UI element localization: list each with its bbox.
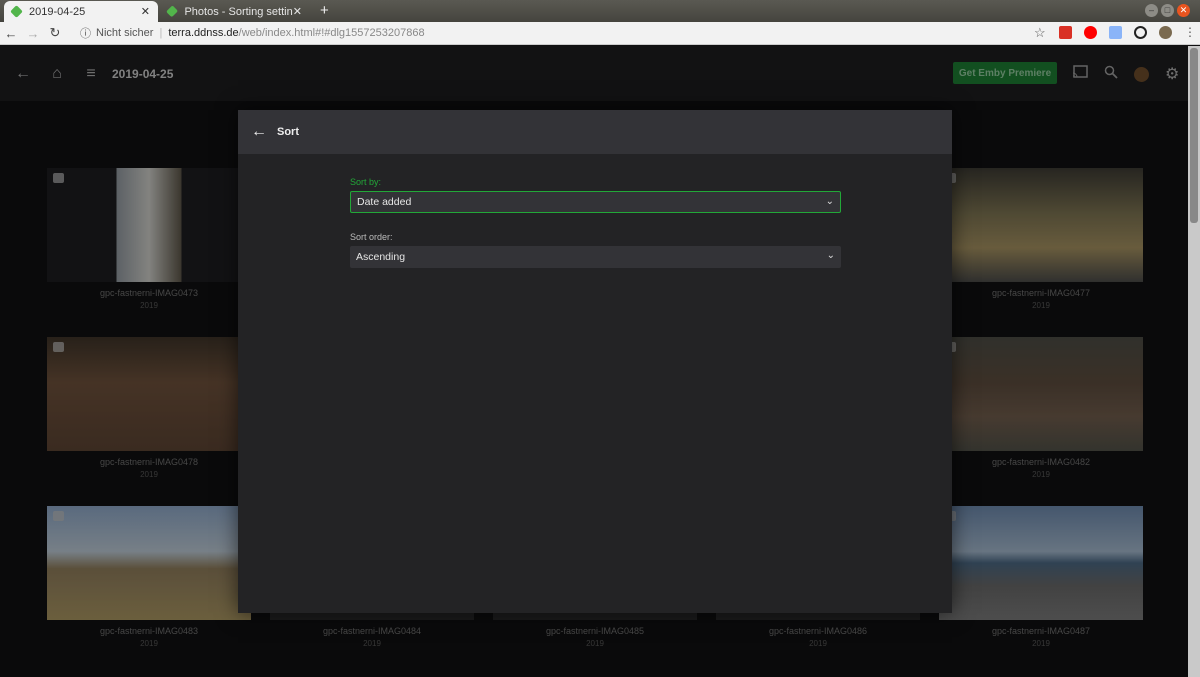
browser-menu-icon[interactable]: ⋮ <box>1184 26 1196 39</box>
bookmark-star-icon[interactable]: ☆ <box>1034 26 1047 39</box>
info-icon: ⓘ <box>80 28 91 40</box>
sort-by-label: Sort by: <box>350 177 382 187</box>
sort-dialog: ← Sort Sort by: Date added ⌄ Sort order:… <box>238 110 952 613</box>
reload-icon[interactable]: ↻ <box>44 25 66 41</box>
sort-order-field: Sort order: Ascending ⌄ <box>350 232 841 268</box>
browser-tab-bar: 2019-04-25 ✕ Photos - Sorting setting i … <box>0 0 1200 22</box>
back-icon[interactable]: ← <box>0 26 22 41</box>
chevron-down-icon: ⌄ <box>825 196 834 207</box>
address-bar: ← → ↻ ⓘ Nicht sicher | terra.ddnss.de /w… <box>0 22 1200 45</box>
dialog-back-icon[interactable]: ← <box>251 123 269 141</box>
sort-by-select[interactable]: Date added ⌄ <box>350 191 841 213</box>
maximize-icon[interactable]: □ <box>1161 4 1174 17</box>
close-tab-icon[interactable]: ✕ <box>293 5 302 18</box>
tab-photos-sorting[interactable]: Photos - Sorting setting i ✕ <box>160 1 310 22</box>
new-tab-button[interactable]: + <box>320 2 329 19</box>
url-path: /web/index.html#!#dlg1557253207868 <box>238 27 425 39</box>
sort-order-label: Sort order: <box>350 232 393 242</box>
profile-avatar-icon[interactable] <box>1159 26 1172 39</box>
close-tab-icon[interactable]: ✕ <box>141 5 150 18</box>
sort-by-value: Date added <box>357 196 412 208</box>
url-field[interactable]: ⓘ Nicht sicher | terra.ddnss.de /web/ind… <box>80 25 425 41</box>
emby-favicon-icon <box>10 5 23 18</box>
sync-extension-icon[interactable] <box>1134 26 1147 39</box>
security-label: Nicht sicher <box>96 27 154 39</box>
tab-title: Photos - Sorting setting i <box>184 5 293 18</box>
chevron-down-icon: ⌄ <box>826 250 835 261</box>
sort-order-select[interactable]: Ascending ⌄ <box>350 246 841 268</box>
dialog-title: Sort <box>277 126 299 138</box>
sort-by-field: Sort by: Date added ⌄ <box>350 177 841 213</box>
docs-extension-icon[interactable] <box>1109 26 1122 39</box>
minimize-icon[interactable]: – <box>1145 4 1158 17</box>
emby-favicon-icon <box>166 5 179 18</box>
tab-2019-04-25[interactable]: 2019-04-25 ✕ <box>4 1 158 22</box>
opera-extension-icon[interactable] <box>1084 26 1097 39</box>
scrollbar-thumb[interactable] <box>1190 48 1198 223</box>
tab-title: 2019-04-25 <box>29 5 86 18</box>
gmail-extension-icon[interactable] <box>1059 26 1072 39</box>
scrollbar[interactable] <box>1188 46 1200 677</box>
close-window-icon[interactable]: ✕ <box>1177 4 1190 17</box>
forward-icon[interactable]: → <box>22 26 44 41</box>
url-host: terra.ddnss.de <box>168 27 239 39</box>
sort-order-value: Ascending <box>356 251 406 263</box>
dialog-header: ← Sort <box>238 110 952 154</box>
